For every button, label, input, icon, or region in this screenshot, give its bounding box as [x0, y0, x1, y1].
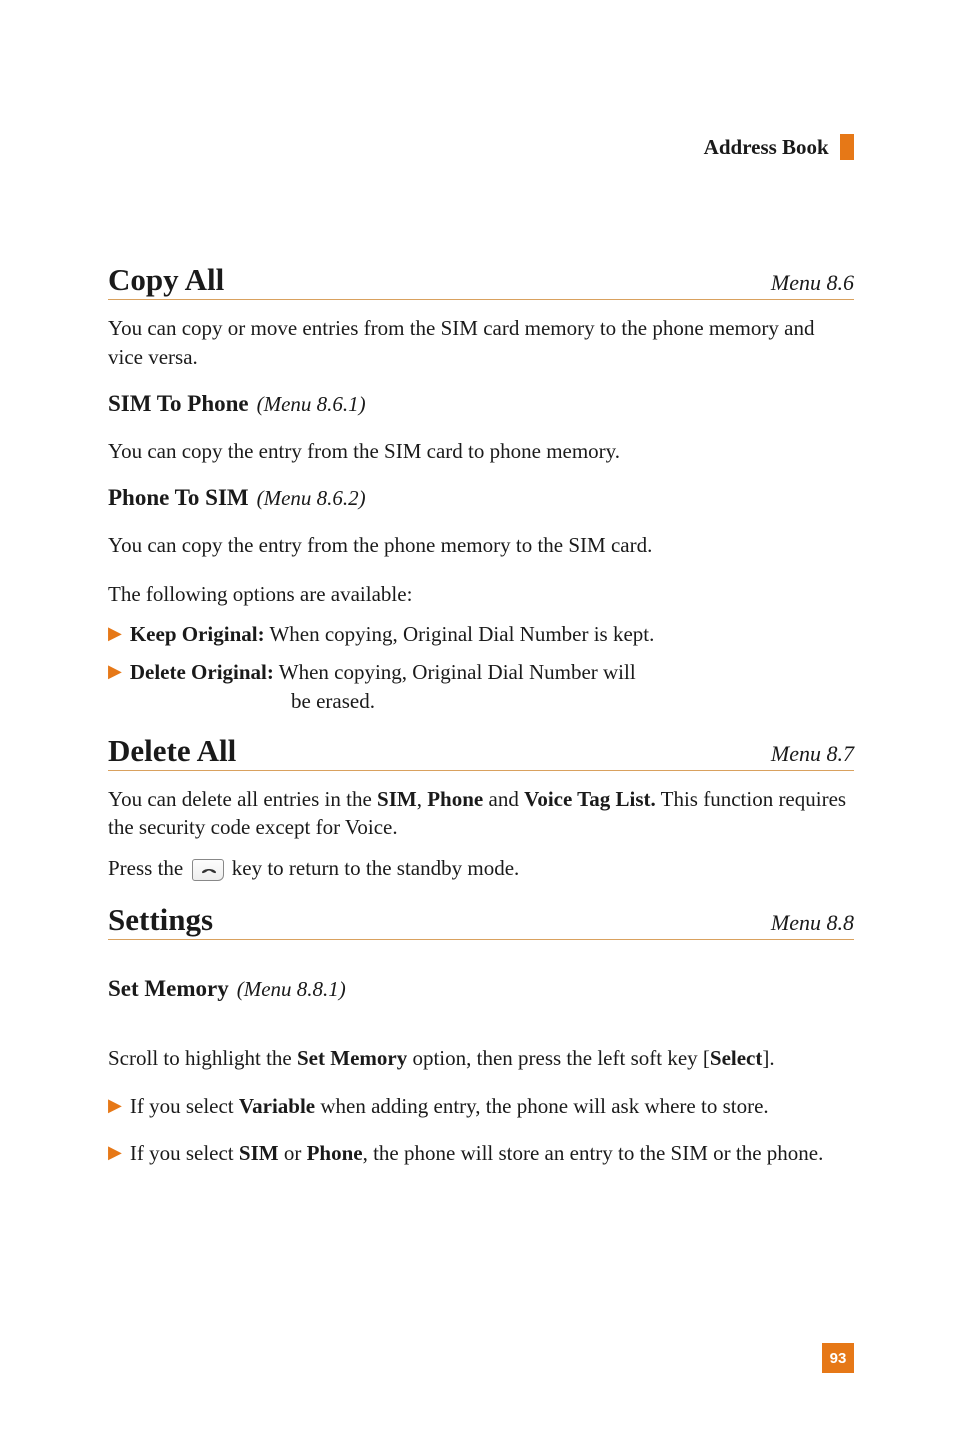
bullet-content: If you select Variable when adding entry…	[130, 1092, 854, 1120]
chapter-header: Address Book	[108, 135, 854, 162]
option-label: Delete Original:	[130, 660, 274, 684]
menu-reference: Menu 8.6	[771, 270, 854, 296]
menu-reference: Menu 8.8	[771, 910, 854, 936]
text-span: ,	[417, 787, 428, 811]
subsection-phone-to-sim: Phone To SIM (Menu 8.6.2)	[108, 485, 854, 511]
text-span: If you select	[130, 1141, 239, 1165]
subsection-title: Phone To SIM	[108, 485, 249, 510]
text-span: , the phone will store an entry to the S…	[363, 1141, 824, 1165]
option-text: When copying, Original Dial Number is ke…	[265, 622, 655, 646]
section-delete-all-header: Delete All Menu 8.7	[108, 733, 854, 771]
text-span: or	[279, 1141, 307, 1165]
text-span: when adding entry, the phone will ask wh…	[315, 1094, 769, 1118]
section-title: Delete All	[108, 733, 236, 769]
triangle-bullet-icon: ▶	[108, 1139, 122, 1167]
text-span: If you select	[130, 1094, 239, 1118]
end-call-key-icon	[192, 859, 224, 881]
option-label: Keep Original:	[130, 622, 265, 646]
bold-span: Phone	[427, 787, 483, 811]
bold-span: SIM	[239, 1141, 279, 1165]
list-item: ▶ Keep Original: When copying, Original …	[108, 620, 854, 648]
bold-span: Select	[710, 1046, 762, 1070]
menu-reference: (Menu 8.6.2)	[257, 486, 366, 510]
bold-span: Phone	[307, 1141, 363, 1165]
bold-span: Variable	[239, 1094, 315, 1118]
body-text: You can copy the entry from the SIM card…	[108, 437, 854, 465]
triangle-bullet-icon: ▶	[108, 658, 122, 686]
triangle-bullet-icon: ▶	[108, 620, 122, 648]
bold-span: Set Memory	[297, 1046, 407, 1070]
bullet-content: Delete Original: When copying, Original …	[130, 658, 854, 686]
triangle-bullet-icon: ▶	[108, 1092, 122, 1120]
text-span: Press the	[108, 856, 189, 880]
page-number-text: 93	[830, 1350, 847, 1367]
accent-block-icon	[840, 134, 854, 160]
subsection-title: Set Memory	[108, 976, 229, 1001]
text-span: You can delete all entries in the	[108, 787, 377, 811]
list-item: ▶ If you select SIM or Phone, the phone …	[108, 1139, 854, 1167]
list-item: ▶ Delete Original: When copying, Origina…	[108, 658, 854, 686]
page-content: Address Book Copy All Menu 8.6 You can c…	[0, 0, 954, 1237]
section-copy-all-header: Copy All Menu 8.6	[108, 262, 854, 300]
text-span: option, then press the left soft key [	[407, 1046, 710, 1070]
list-item: ▶ If you select Variable when adding ent…	[108, 1092, 854, 1120]
body-text: The following options are available:	[108, 580, 854, 608]
section-settings-header: Settings Menu 8.8	[108, 902, 854, 940]
text-span: key to return to the standby mode.	[232, 856, 520, 880]
page-number: 93	[822, 1343, 854, 1373]
menu-reference: (Menu 8.8.1)	[237, 977, 346, 1001]
subsection-title: SIM To Phone	[108, 391, 249, 416]
subsection-sim-to-phone: SIM To Phone (Menu 8.6.1)	[108, 391, 854, 417]
body-text: You can delete all entries in the SIM, P…	[108, 785, 854, 842]
bullet-content: If you select SIM or Phone, the phone wi…	[130, 1139, 854, 1167]
chapter-title: Address Book	[704, 135, 829, 159]
section-title: Copy All	[108, 262, 224, 298]
bold-span: SIM	[377, 787, 417, 811]
bullet-content: Keep Original: When copying, Original Di…	[130, 620, 854, 648]
menu-reference: Menu 8.7	[771, 741, 854, 767]
bold-span: Voice Tag List.	[524, 787, 656, 811]
body-text: Scroll to highlight the Set Memory optio…	[108, 1044, 854, 1072]
section-title: Settings	[108, 902, 213, 938]
body-text: You can copy or move entries from the SI…	[108, 314, 854, 371]
option-text: When copying, Original Dial Number will	[274, 660, 636, 684]
text-span: ].	[762, 1046, 774, 1070]
body-text: You can copy the entry from the phone me…	[108, 531, 854, 559]
text-span: and	[483, 787, 524, 811]
option-continuation: be erased.	[291, 687, 854, 715]
menu-reference: (Menu 8.6.1)	[257, 392, 366, 416]
subsection-set-memory: Set Memory (Menu 8.8.1)	[108, 976, 854, 1002]
body-text: Press the key to return to the standby m…	[108, 854, 854, 882]
text-span: Scroll to highlight the	[108, 1046, 297, 1070]
